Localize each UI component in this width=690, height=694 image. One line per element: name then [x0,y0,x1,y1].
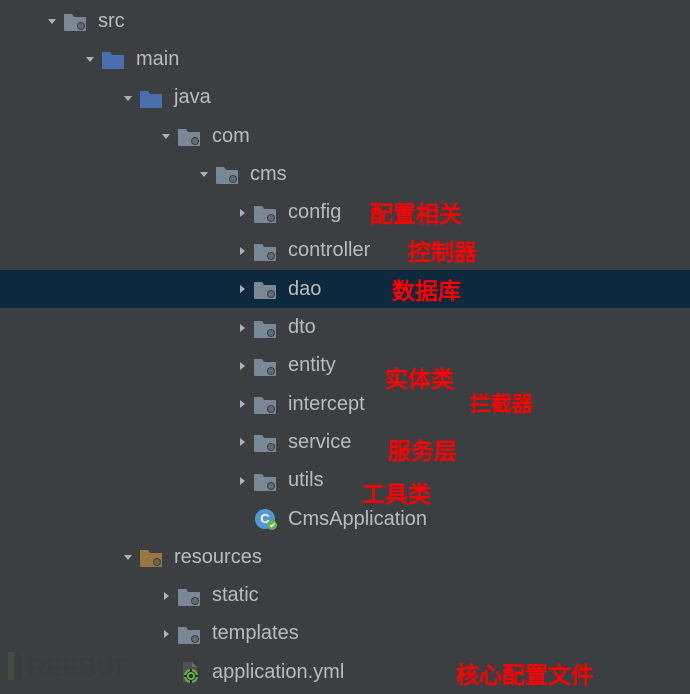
tree-item-label: static [212,584,259,607]
folder-module-icon [214,162,240,186]
tree-item-label: templates [212,622,299,645]
tree-item-label: dto [288,316,316,339]
expand-arrow-icon[interactable] [232,322,252,334]
expand-arrow-icon[interactable] [118,551,138,563]
tree-item-label: resources [174,546,262,569]
folder-module-icon [176,124,202,148]
tree-item-label: config [288,201,341,224]
expand-arrow-icon[interactable] [232,436,252,448]
tree-item-intercept[interactable]: intercept [0,385,690,423]
tree-item-config[interactable]: config [0,193,690,231]
folder-module-icon [176,622,202,646]
tree-item-label: application.yml [212,661,344,684]
config-file-icon [176,660,202,684]
tree-item-label: service [288,431,351,454]
folder-module-icon [252,277,278,301]
tree-item-label: intercept [288,393,365,416]
folder-module-icon [252,469,278,493]
folder-module-icon [62,9,88,33]
folder-module-icon [252,392,278,416]
expand-arrow-icon[interactable] [232,207,252,219]
folder-module-icon [176,584,202,608]
tree-item-resources[interactable]: resources [0,538,690,576]
folder-module-icon [252,316,278,340]
tree-item-controller[interactable]: controller [0,232,690,270]
expand-arrow-icon[interactable] [232,360,252,372]
tree-item-templates[interactable]: templates [0,615,690,653]
tree-item-label: controller [288,239,370,262]
folder-source-icon [138,86,164,110]
folder-source-icon [100,47,126,71]
expand-arrow-icon[interactable] [232,245,252,257]
folder-module-icon [252,201,278,225]
tree-item-static[interactable]: static [0,576,690,614]
expand-arrow-icon[interactable] [118,92,138,104]
folder-module-icon [252,430,278,454]
tree-item-dto[interactable]: dto [0,308,690,346]
expand-arrow-icon[interactable] [80,53,100,65]
tree-item-label: entity [288,354,336,377]
tree-item-src[interactable]: src [0,2,690,40]
tree-item-application-yml[interactable]: application.yml [0,653,690,691]
expand-arrow-icon[interactable] [194,168,214,180]
tree-item-com[interactable]: com [0,117,690,155]
folder-module-icon [252,354,278,378]
expand-arrow-icon[interactable] [232,475,252,487]
class-file-icon: C [252,507,278,531]
tree-item-label: utils [288,469,324,492]
tree-item-label: com [212,125,250,148]
folder-module-icon [252,239,278,263]
tree-item-utils[interactable]: utils [0,462,690,500]
expand-arrow-icon[interactable] [156,628,176,640]
tree-item-cms[interactable]: cms [0,155,690,193]
expand-arrow-icon[interactable] [156,130,176,142]
tree-item-label: dao [288,278,321,301]
expand-arrow-icon[interactable] [232,398,252,410]
expand-arrow-icon[interactable] [156,590,176,602]
tree-item-main[interactable]: main [0,40,690,78]
tree-item-label: main [136,48,179,71]
tree-item-dao[interactable]: dao [0,270,690,308]
tree-item-CmsApplication[interactable]: C CmsApplication [0,500,690,538]
tree-item-label: cms [250,163,287,186]
expand-arrow-icon[interactable] [232,283,252,295]
tree-item-label: CmsApplication [288,508,427,531]
tree-item-label: java [174,86,211,109]
tree-item-java[interactable]: java [0,79,690,117]
tree-item-label: src [98,10,125,33]
folder-resource-icon [138,545,164,569]
expand-arrow-icon[interactable] [42,15,62,27]
tree-item-entity[interactable]: entity [0,347,690,385]
tree-item-service[interactable]: service [0,423,690,461]
